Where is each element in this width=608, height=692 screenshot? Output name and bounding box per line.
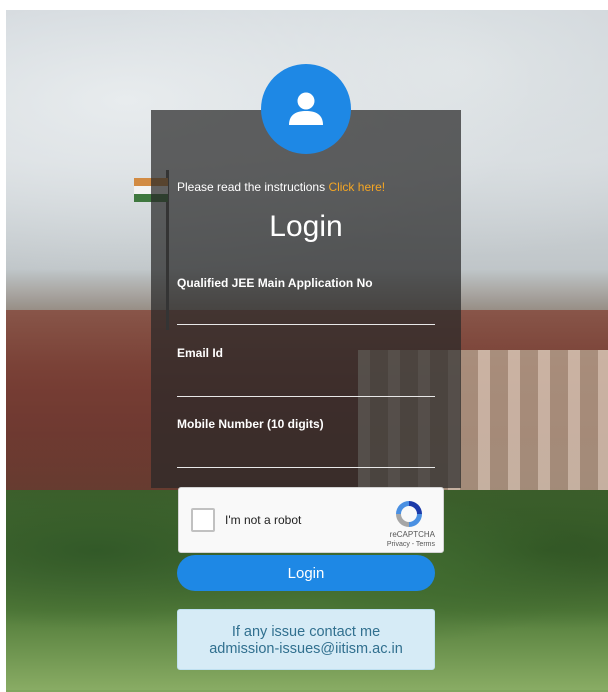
recaptcha-logo-icon	[393, 498, 425, 530]
page-title: Login	[151, 210, 461, 244]
recaptcha-brand: reCAPTCHA	[390, 530, 435, 539]
jee-application-label: Qualified JEE Main Application No	[177, 276, 373, 290]
jee-application-input[interactable]	[177, 298, 435, 325]
contact-email: admission-issues@iitism.ac.in	[178, 641, 434, 658]
recaptcha-widget: I'm not a robot reCAPTCHA Privacy - Term…	[178, 487, 444, 553]
recaptcha-label: I'm not a robot	[225, 513, 301, 527]
instructions-text: Please read the instructions Click here!	[177, 180, 385, 194]
email-input[interactable]	[177, 370, 435, 397]
recaptcha-terms-link[interactable]: Privacy - Terms	[387, 541, 435, 548]
email-label: Email Id	[177, 346, 223, 360]
instructions-label: Please read the instructions	[177, 180, 325, 194]
instructions-link[interactable]: Click here!	[328, 180, 385, 194]
contact-line-1: If any issue contact me	[178, 624, 434, 641]
mobile-label: Mobile Number (10 digits)	[177, 417, 324, 431]
mobile-input[interactable]	[177, 441, 435, 468]
user-icon	[286, 89, 326, 129]
avatar	[261, 64, 351, 154]
login-button[interactable]: Login	[177, 555, 435, 591]
contact-info: If any issue contact me admission-issues…	[177, 609, 435, 670]
recaptcha-checkbox[interactable]	[191, 508, 215, 532]
